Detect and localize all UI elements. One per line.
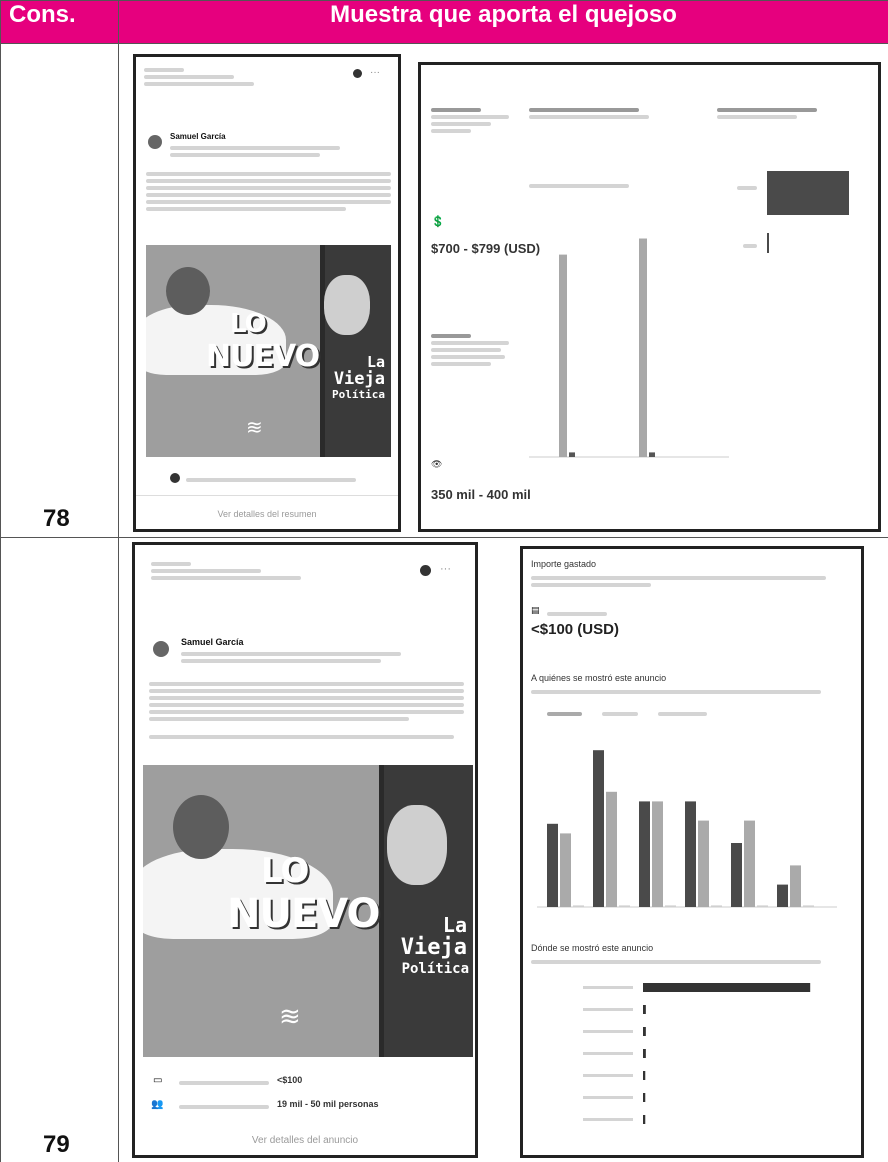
info-icon [170,473,180,483]
header-cons: Cons. [0,0,119,44]
category-label [583,1052,633,1055]
bar [790,865,801,907]
ad-body-text [149,679,464,742]
ad-card-79: ··· Samuel García LO NUEVO La Vieja Polí… [132,542,478,1158]
ad-details-link[interactable]: Ver detalles del anuncio [135,1135,475,1146]
money-icon: ▤ [531,605,540,615]
party-logo: ≋ [246,417,263,439]
impressions-icon: 👁 [431,459,443,469]
ad-poster-image: LO NUEVO La Vieja Política ≋ [146,245,391,457]
poster-text: LO [230,309,267,339]
party-logo: ≋ [279,1001,301,1031]
category-label [583,1074,633,1077]
more-icon[interactable]: ··· [440,563,451,575]
avatar [153,641,169,657]
bar [698,820,709,907]
bar [643,1115,646,1124]
bar [652,801,663,907]
more-icon[interactable]: ··· [370,67,380,78]
location-bar-chart [583,983,811,1124]
audience-bar-chart [529,238,729,458]
bar [711,905,722,907]
stat-reach: 19 mil - 50 mil personas [277,1099,379,1109]
bar [643,1049,646,1058]
poster-text: NUEVO [227,891,381,937]
bar [685,801,696,907]
category-label [583,986,633,989]
bar [639,801,650,907]
document-page: Cons. Muestra que aporta el quejoso 78 7… [0,0,888,1162]
bar [643,1005,646,1014]
poster-text: NUEVO [206,339,320,374]
bar [593,750,604,907]
avatar [148,135,162,149]
bar [731,843,742,907]
facebook-icon [353,69,362,78]
bar [639,238,647,457]
spend-label: Importe gastado [531,559,597,569]
bar [559,254,567,457]
category-label [583,1008,633,1011]
row-number-cell: 78 [0,43,119,538]
poster-text: Política [401,961,469,977]
bar [744,820,755,907]
ad-poster-image: LO NUEVO La Vieja Política ≋ [143,765,473,1057]
bar [569,452,575,457]
row-number-cell: 79 [0,537,119,1162]
facebook-icon [420,565,431,576]
bar [757,905,768,907]
bar [803,905,814,907]
header-title: Muestra que aporta el quejoso [118,0,888,44]
stats-panel-78: 💲 $700 - $799 (USD) 👁 350 mil - 400 mil [418,62,881,532]
ad-body-text [146,169,391,214]
people-icon: 👥 [151,1099,164,1110]
location-title: Dónde se mostró este anuncio [531,943,654,953]
bar [665,905,676,907]
ad-details-link[interactable]: Ver detalles del resumen [136,509,398,520]
bar [643,1071,646,1080]
audience-bar-chart [537,750,837,908]
spend-value: $700 - $799 (USD) [431,241,541,256]
audience-title: A quiénes se mostró este anuncio [531,673,667,683]
location-bar [767,171,849,215]
poster-text: La [442,913,467,937]
bar [649,452,655,457]
bar [777,884,788,907]
bar [547,823,558,907]
bar [643,1093,646,1102]
poster-text: Vieja [400,935,467,960]
location-bar [767,233,769,253]
poster-text: LO [261,851,309,891]
bar [643,1027,646,1036]
impressions-value: 350 mil - 400 mil [431,487,531,502]
ad-card-meta [151,559,311,583]
advertiser-name: Samuel García [170,132,226,141]
category-label [583,1030,633,1033]
bar [573,905,584,907]
row-number: 78 [43,505,70,532]
row-number: 79 [43,1131,70,1158]
stats-panel-79: Importe gastado ▤ <$100 (USD) A quiénes … [520,546,864,1158]
ad-card-78: ··· Samuel García LO NUEVO La Vieja Polí… [133,54,401,532]
wallet-icon: ▭ [153,1075,163,1086]
bar [560,833,571,907]
spend-value: <$100 (USD) [531,621,619,638]
poster-text: Política [332,388,385,401]
poster-text: Vieja [333,369,385,389]
ad-card-meta [144,65,264,89]
bar [606,791,617,907]
advertiser-name: Samuel García [181,637,244,647]
bar [619,905,630,907]
money-icon: 💲 [431,216,445,228]
bar [643,983,811,992]
category-label [583,1096,633,1099]
stat-spend: <$100 [277,1075,303,1085]
category-label [583,1118,633,1121]
